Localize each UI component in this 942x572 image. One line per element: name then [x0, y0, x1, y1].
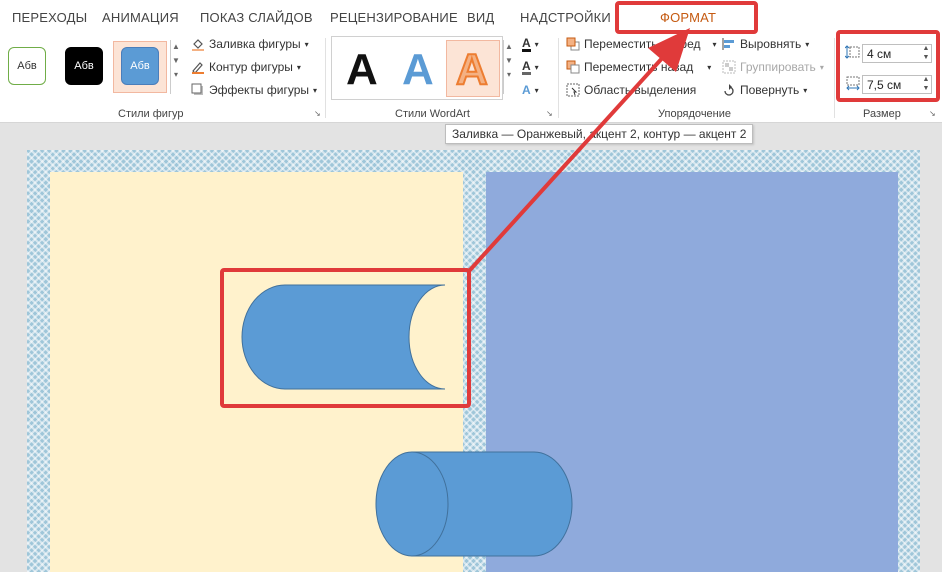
annotation-arrow [468, 28, 690, 272]
